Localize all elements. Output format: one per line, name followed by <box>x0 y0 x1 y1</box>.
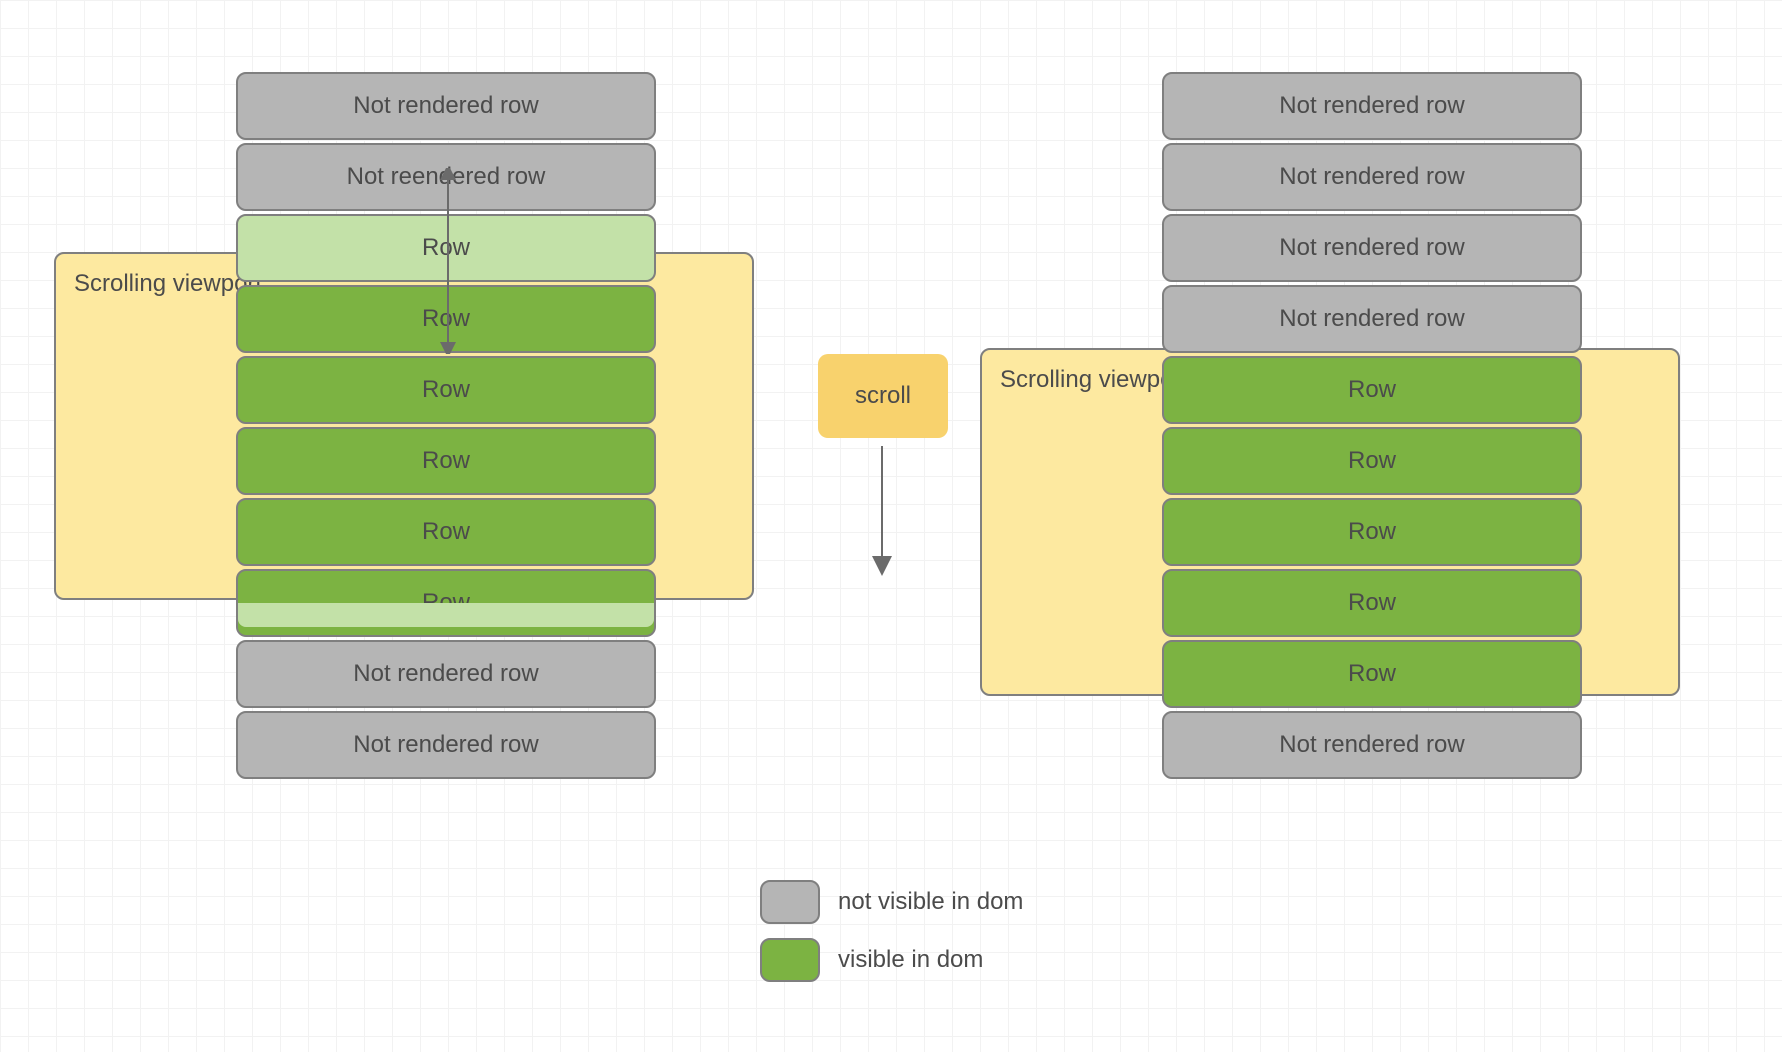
left-row-label: Not rendered row <box>353 92 538 120</box>
left-row-label: Not rendered row <box>353 731 538 759</box>
right-row-9: Not rendered row <box>1162 711 1582 779</box>
left-row-8: Not rendered row <box>236 640 656 708</box>
left-row-label: Not rendered row <box>353 660 538 688</box>
scroll-down-arrow-icon <box>872 446 892 576</box>
legend-item-visible: visible in dom <box>760 938 1023 982</box>
legend-item-not-visible: not visible in dom <box>760 880 1023 924</box>
left-row-4: Row <box>236 356 656 424</box>
right-row-1: Not rendered row <box>1162 143 1582 211</box>
right-row-6: Row <box>1162 498 1582 566</box>
right-row-2: Not rendered row <box>1162 214 1582 282</box>
legend-label-visible: visible in dom <box>838 946 983 974</box>
left-offset-arrow-icon <box>438 168 458 354</box>
right-row-label: Row <box>1348 447 1396 475</box>
right-row-label: Row <box>1348 589 1396 617</box>
legend: not visible in dom visible in dom <box>760 880 1023 982</box>
right-viewport-label: Scrolling viewport <box>1000 366 1188 393</box>
left-viewport-label: Scrolling viewport <box>74 270 262 297</box>
right-row-label: Not rendered row <box>1279 731 1464 759</box>
left-row-label: Row <box>422 376 470 404</box>
right-row-label: Not rendered row <box>1279 234 1464 262</box>
left-row-0: Not rendered row <box>236 72 656 140</box>
right-row-label: Not rendered row <box>1279 163 1464 191</box>
legend-swatch-grey <box>760 880 820 924</box>
left-row-label: Row <box>422 447 470 475</box>
legend-swatch-green <box>760 938 820 982</box>
scroll-action-label: scroll <box>855 382 911 409</box>
right-row-label: Not rendered row <box>1279 92 1464 120</box>
right-row-label: Row <box>1348 376 1396 404</box>
right-row-8: Row <box>1162 640 1582 708</box>
right-row-label: Row <box>1348 660 1396 688</box>
right-row-3: Not rendered row <box>1162 285 1582 353</box>
legend-label-not-visible: not visible in dom <box>838 888 1023 916</box>
right-row-5: Row <box>1162 427 1582 495</box>
left-partial-visible-strip <box>238 603 654 627</box>
right-row-0: Not rendered row <box>1162 72 1582 140</box>
left-row-9: Not rendered row <box>236 711 656 779</box>
right-row-7: Row <box>1162 569 1582 637</box>
diagram-canvas: Scrolling viewport Not rendered rowNot r… <box>0 0 1782 1052</box>
right-row-4: Row <box>1162 356 1582 424</box>
left-row-5: Row <box>236 427 656 495</box>
right-rows-stack: Not rendered row Not rendered row Not rend… <box>1162 72 1582 779</box>
left-row-6: Row <box>236 498 656 566</box>
right-row-label: Row <box>1348 518 1396 546</box>
scroll-action-box: scroll <box>818 354 948 438</box>
right-row-label: Not rendered row <box>1279 305 1464 333</box>
left-row-label: Row <box>422 518 470 546</box>
